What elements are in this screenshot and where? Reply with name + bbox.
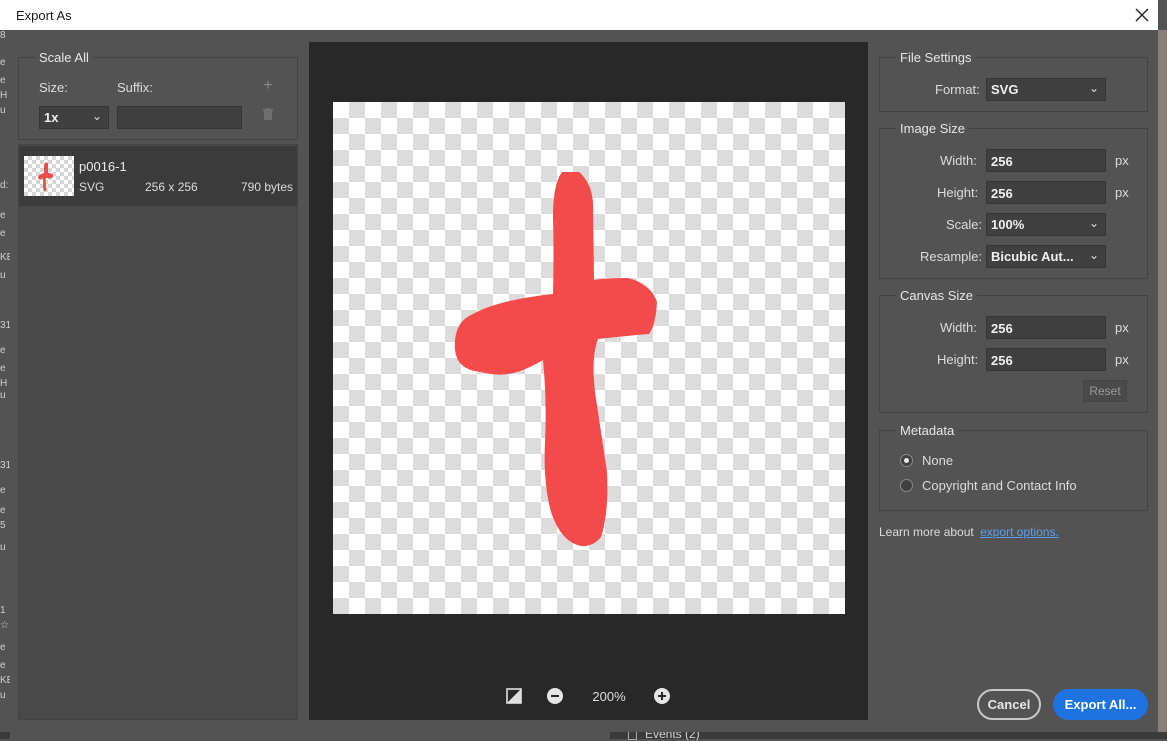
canvas-size-title: Canvas Size xyxy=(896,288,977,303)
asset-thumbnail xyxy=(24,156,74,196)
background-char: e xyxy=(0,642,6,653)
background-app-right-edge xyxy=(1158,30,1167,739)
background-char: 8 xyxy=(0,30,6,41)
background-char: d: xyxy=(0,180,9,191)
window-title: Export As xyxy=(16,8,72,23)
canvas-height-value: 256 xyxy=(991,353,1013,368)
background-app-text: 8eeHud:eeKEu31eeHu31ee5u1☆eeKEu xyxy=(0,30,10,730)
chevron-down-icon: ⌄ xyxy=(1088,216,1099,230)
canvas-height-unit: px xyxy=(1115,352,1129,367)
format-label: Format: xyxy=(935,82,980,97)
background-char: e xyxy=(0,660,6,671)
image-size-title: Image Size xyxy=(896,121,970,136)
asset-name: p0016-1 xyxy=(79,159,127,174)
background-char: KE xyxy=(0,252,10,263)
metadata-copyright-radio[interactable] xyxy=(900,479,913,492)
file-settings-title: File Settings xyxy=(896,50,976,65)
background-app-bottom-edge: Events (2) xyxy=(610,727,1167,741)
background-char: H xyxy=(0,90,8,101)
canvas-height-label: Height: xyxy=(937,352,979,367)
image-width-field[interactable]: 256 xyxy=(986,149,1106,172)
metadata-title: Metadata xyxy=(896,423,959,438)
scale-select[interactable]: 100% ⌄ xyxy=(986,213,1106,236)
image-width-unit: px xyxy=(1115,153,1129,168)
preview-canvas xyxy=(333,102,845,614)
background-char: 1 xyxy=(0,605,6,616)
canvas-width-unit: px xyxy=(1115,320,1129,335)
background-char: ☆ xyxy=(0,620,9,631)
size-select-value: 1x xyxy=(44,110,59,125)
background-char: e xyxy=(0,210,6,221)
resample-select[interactable]: Bicubic Aut... ⌄ xyxy=(986,245,1106,268)
background-char: u xyxy=(0,390,6,401)
background-char: u xyxy=(0,270,6,281)
resample-select-value: Bicubic Aut... xyxy=(991,249,1074,264)
reset-button[interactable]: Reset xyxy=(1083,380,1127,402)
background-char: e xyxy=(0,345,6,356)
background-char: u xyxy=(0,542,6,553)
chevron-down-icon: ⌄ xyxy=(1088,81,1099,95)
image-height-label: Height: xyxy=(937,185,979,200)
background-char: 5 xyxy=(0,520,6,531)
cancel-button[interactable]: Cancel xyxy=(977,689,1041,720)
format-select-value: SVG xyxy=(991,82,1019,97)
background-char: e xyxy=(0,75,6,86)
metadata-group xyxy=(879,430,1148,511)
preview-glyph xyxy=(454,172,657,547)
background-char: e xyxy=(0,228,6,239)
chevron-down-icon: ⌄ xyxy=(91,109,102,123)
asset-list xyxy=(18,144,298,720)
background-char: e xyxy=(0,363,6,374)
asset-file-size: 790 bytes xyxy=(241,180,294,194)
plus-icon[interactable]: + xyxy=(261,77,275,94)
metadata-none-radio[interactable] xyxy=(900,454,913,467)
title-bar: Export As xyxy=(0,0,1158,30)
resample-label: Resample: xyxy=(920,249,983,264)
scale-select-value: 100% xyxy=(991,217,1025,232)
background-char: 31 xyxy=(0,460,10,471)
background-char: e xyxy=(0,485,6,496)
background-char: e xyxy=(0,505,6,516)
image-width-label: Width: xyxy=(940,153,977,168)
background-char: u xyxy=(0,105,6,116)
image-width-value: 256 xyxy=(991,154,1013,169)
learn-more-text: Learn more about export options. xyxy=(879,525,1059,539)
export-options-link[interactable]: export options. xyxy=(980,525,1059,539)
trash-icon[interactable] xyxy=(263,108,273,123)
metadata-none-label: None xyxy=(922,453,954,468)
learn-more-label: Learn more about xyxy=(879,525,974,539)
image-height-field[interactable]: 256 xyxy=(986,181,1106,204)
chevron-down-icon: ⌄ xyxy=(1088,248,1099,262)
canvas-width-field[interactable]: 256 xyxy=(986,316,1106,339)
zoom-out-icon[interactable] xyxy=(546,687,564,705)
image-height-unit: px xyxy=(1115,185,1129,200)
export-all-button[interactable]: Export All... xyxy=(1053,689,1148,720)
background-char: H xyxy=(0,378,8,389)
size-select[interactable]: 1x ⌄ xyxy=(39,106,109,129)
suffix-label: Suffix: xyxy=(117,80,153,95)
toggle-background-icon[interactable] xyxy=(505,687,523,705)
export-as-dialog: Export As Scale All Size: Suffix: + 1x ⌄… xyxy=(0,0,1158,732)
scale-label: Scale: xyxy=(946,217,983,232)
asset-dimensions: 256 x 256 xyxy=(145,180,198,194)
suffix-input[interactable] xyxy=(117,106,242,129)
image-height-value: 256 xyxy=(991,186,1013,201)
thumbnail-glyph xyxy=(38,162,54,192)
canvas-width-value: 256 xyxy=(991,321,1013,336)
metadata-copyright-label: Copyright and Contact Info xyxy=(922,478,1077,493)
background-char: 31 xyxy=(0,320,10,331)
canvas-width-label: Width: xyxy=(940,320,977,335)
close-icon[interactable] xyxy=(1128,2,1156,28)
size-label: Size: xyxy=(39,80,68,95)
background-char: e xyxy=(0,57,6,68)
zoom-level: 200% xyxy=(592,689,626,704)
format-select[interactable]: SVG ⌄ xyxy=(986,78,1106,101)
scale-all-title: Scale All xyxy=(35,50,93,65)
canvas-height-field[interactable]: 256 xyxy=(986,348,1106,371)
asset-format: SVG xyxy=(79,180,105,194)
background-char: KE xyxy=(0,675,10,686)
background-char: u xyxy=(0,690,6,701)
zoom-in-icon[interactable] xyxy=(653,687,671,705)
